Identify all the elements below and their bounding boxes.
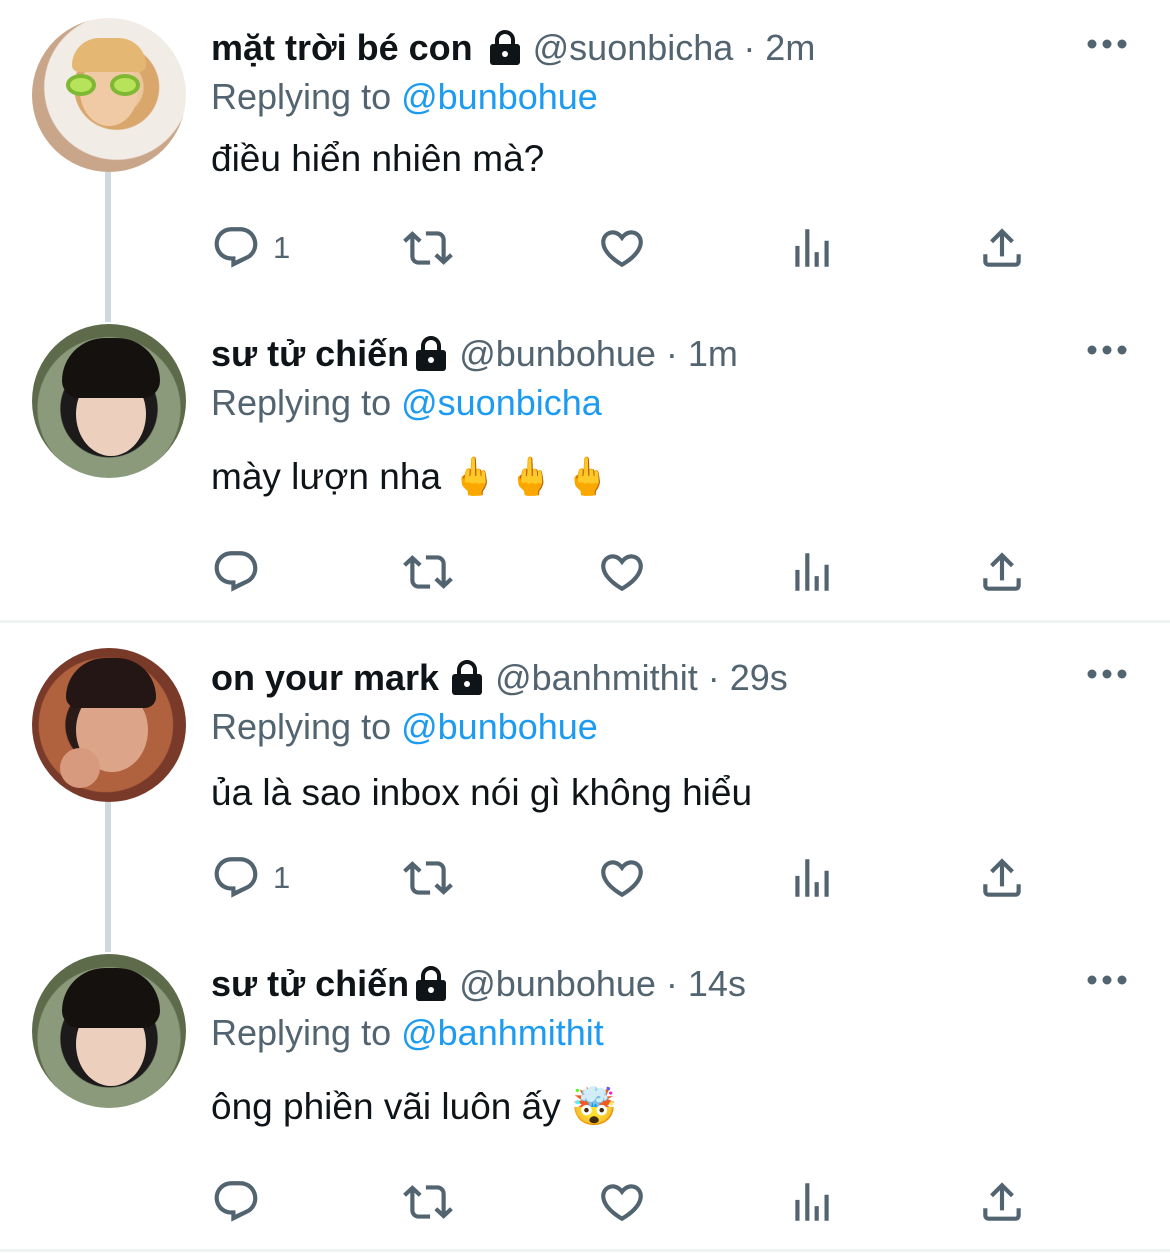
reply-count: 1: [273, 860, 291, 895]
like-button[interactable]: [597, 542, 647, 602]
action-bar: 1: [211, 848, 1051, 908]
lock-icon: [487, 29, 523, 67]
replying-to: Replying to @suonbicha: [211, 382, 602, 424]
share-icon: [983, 858, 1021, 897]
more-icon[interactable]: [1086, 340, 1130, 360]
retweet-icon: [403, 555, 453, 589]
share-button[interactable]: [977, 218, 1027, 278]
tweet-text: ủa là sao inbox nói gì không hiểu: [211, 772, 753, 813]
tweet[interactable]: sư tử chiến @bunbohue · 1m Replying to @…: [0, 306, 1170, 620]
analytics-icon: [795, 553, 829, 591]
tweet-text: mày lượn nha 🖕 🖕 🖕: [211, 456, 611, 497]
retweet-icon: [403, 861, 453, 895]
share-icon: [983, 228, 1021, 267]
analytics-icon: [795, 1183, 829, 1221]
replying-to: Replying to @banhmithit: [211, 1012, 604, 1054]
reply-icon: [214, 857, 258, 898]
replying-prefix: Replying to: [211, 382, 402, 423]
analytics-icon: [795, 859, 829, 897]
tweet-text: điều hiển nhiên mà?: [211, 138, 545, 179]
avatar[interactable]: [32, 324, 186, 478]
heart-icon: [601, 230, 643, 268]
retweet-button[interactable]: [401, 542, 455, 602]
replying-prefix: Replying to: [211, 1012, 402, 1053]
display-name[interactable]: sư tử chiến: [211, 963, 409, 1005]
share-button[interactable]: [977, 848, 1027, 908]
share-button[interactable]: [977, 1172, 1027, 1232]
avatar[interactable]: [32, 18, 186, 172]
mention-link[interactable]: @bunbohue: [401, 76, 598, 117]
replying-prefix: Replying to: [211, 76, 402, 117]
mention-link[interactable]: @bunbohue: [401, 706, 598, 747]
tweet-header: on your mark @banhmithit · 29s: [211, 654, 788, 702]
avatar[interactable]: [32, 648, 186, 802]
tweet-header: mặt trời bé con @suonbicha · 2m: [211, 24, 815, 72]
avatar[interactable]: [32, 954, 186, 1108]
more-icon[interactable]: [1086, 970, 1130, 990]
bottom-divider: [0, 1249, 1170, 1252]
display-name[interactable]: mặt trời bé con: [211, 27, 473, 69]
action-bar: [211, 1172, 1051, 1232]
like-button[interactable]: [597, 218, 647, 278]
action-bar: [211, 542, 1051, 602]
more-icon[interactable]: [1086, 34, 1130, 54]
analytics-icon: [795, 229, 829, 267]
heart-icon: [601, 860, 643, 898]
handle-and-time[interactable]: @suonbicha · 2m: [533, 27, 816, 69]
reply-icon: [214, 1181, 258, 1222]
action-bar: 1: [211, 218, 1051, 278]
thread-divider: [0, 620, 1170, 623]
views-button[interactable]: [787, 542, 837, 602]
handle-and-time[interactable]: @bunbohue · 1m: [459, 333, 738, 375]
lock-icon: [449, 659, 485, 697]
tweet-text: ông phiền vãi luôn ấy 🤯: [211, 1086, 618, 1127]
retweet-button[interactable]: [401, 218, 455, 278]
display-name[interactable]: on your mark: [211, 657, 439, 699]
retweet-button[interactable]: [401, 848, 455, 908]
reply-count: 1: [273, 230, 291, 265]
views-button[interactable]: [787, 848, 837, 908]
share-button[interactable]: [977, 542, 1027, 602]
like-button[interactable]: [597, 1172, 647, 1232]
replying-to: Replying to @bunbohue: [211, 706, 598, 748]
reply-icon: [214, 227, 258, 268]
tweet[interactable]: sư tử chiến @bunbohue · 14s Replying to …: [0, 936, 1170, 1253]
handle-and-time[interactable]: @banhmithit · 29s: [495, 657, 788, 699]
reply-button[interactable]: [211, 542, 273, 602]
heart-icon: [601, 1184, 643, 1222]
tweet[interactable]: on your mark @banhmithit · 29s Replying …: [0, 630, 1170, 936]
retweet-icon: [403, 231, 453, 265]
reply-icon: [214, 551, 258, 592]
display-name[interactable]: sư tử chiến: [211, 333, 409, 375]
tweet-header: sư tử chiến @bunbohue · 1m: [211, 330, 738, 378]
reply-button[interactable]: [211, 1172, 273, 1232]
replying-to: Replying to @bunbohue: [211, 76, 598, 118]
handle-and-time[interactable]: @bunbohue · 14s: [459, 963, 746, 1005]
like-button[interactable]: [597, 848, 647, 908]
reply-button[interactable]: 1: [211, 848, 290, 908]
more-icon[interactable]: [1086, 664, 1130, 684]
tweet[interactable]: mặt trời bé con @suonbicha · 2m Replying…: [0, 0, 1170, 306]
mention-link[interactable]: @suonbicha: [401, 382, 602, 423]
views-button[interactable]: [787, 218, 837, 278]
reply-button[interactable]: 1: [211, 218, 290, 278]
replying-prefix: Replying to: [211, 706, 402, 747]
tweet-header: sư tử chiến @bunbohue · 14s: [211, 960, 746, 1008]
share-icon: [983, 552, 1021, 591]
retweet-icon: [403, 1185, 453, 1219]
lock-icon: [413, 965, 449, 1003]
views-button[interactable]: [787, 1172, 837, 1232]
share-icon: [983, 1182, 1021, 1221]
retweet-button[interactable]: [401, 1172, 455, 1232]
mention-link[interactable]: @banhmithit: [401, 1012, 604, 1053]
heart-icon: [601, 554, 643, 592]
lock-icon: [413, 335, 449, 373]
